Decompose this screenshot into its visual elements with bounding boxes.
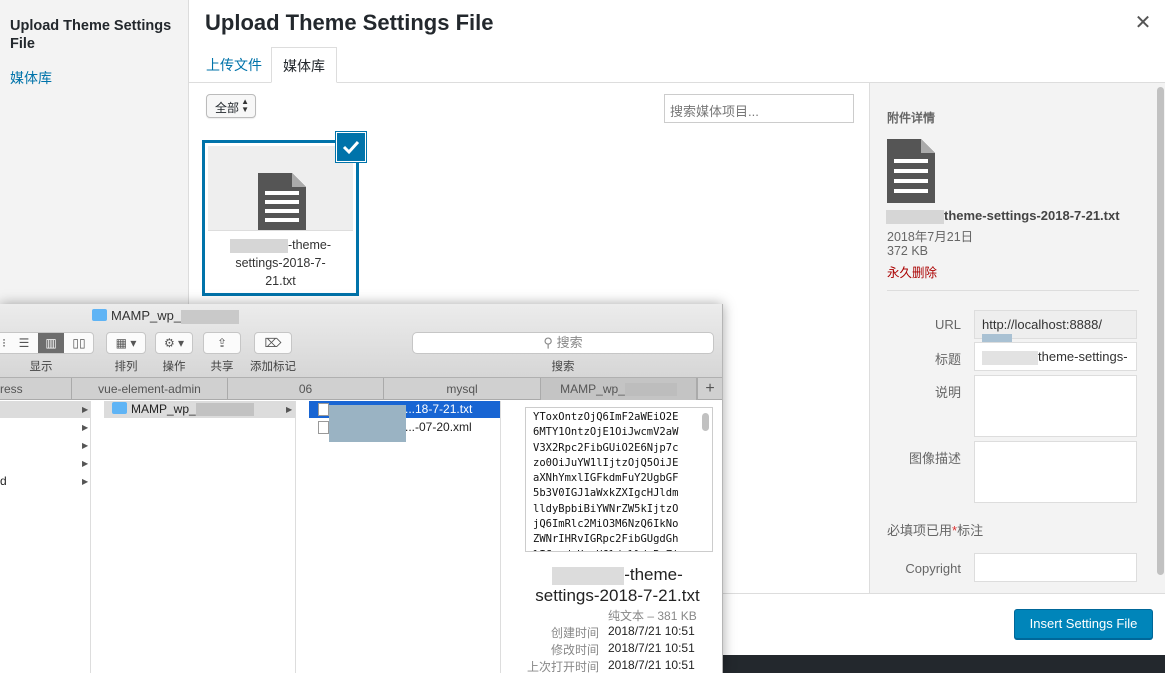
filter-value: 全部 bbox=[215, 101, 240, 115]
preview-filename: -theme- settings-2018-7-21.txt bbox=[535, 565, 700, 605]
created-label: 创建时间 bbox=[550, 626, 599, 640]
list-item[interactable]: ▶ bbox=[0, 455, 90, 472]
share-button[interactable]: ⇪ bbox=[203, 332, 241, 354]
list-item[interactable]: ▶ bbox=[0, 401, 90, 418]
description-label: 图像描述 bbox=[908, 451, 961, 466]
finder-tab-bar: ress vue-element-admin 06 mysql MAMP_wp_… bbox=[0, 378, 722, 400]
close-icon[interactable]: ✕ bbox=[1133, 12, 1153, 34]
title-label: 标题 bbox=[934, 352, 961, 367]
gallery-view-icon[interactable]: ▯▯ bbox=[66, 333, 92, 353]
select-arrows-icon: ▲ ▼ bbox=[241, 97, 249, 114]
search-icon: ⚲ bbox=[543, 335, 553, 350]
details-heading: 附件详情 bbox=[887, 111, 936, 125]
gear-icon: ⚙ ▾ bbox=[163, 336, 185, 350]
redacted-text bbox=[329, 405, 406, 442]
delete-permanently-link[interactable]: 永久删除 bbox=[887, 262, 937, 281]
divider bbox=[887, 290, 1139, 291]
sidebar-scrollbar[interactable] bbox=[1157, 87, 1164, 575]
folder-icon bbox=[92, 309, 107, 321]
menu-media-library-link[interactable]: 媒体库 bbox=[10, 68, 52, 88]
tags-button[interactable]: ⌦ bbox=[254, 332, 292, 354]
modified-label: 修改时间 bbox=[550, 643, 599, 657]
redacted-text bbox=[229, 238, 288, 253]
view-mode-buttons: ⁝ ☰ ▥ ▯▯ bbox=[0, 332, 94, 354]
finder-tab[interactable]: vue-element-admin bbox=[72, 378, 228, 400]
grid-icon: ▦ ▾ bbox=[115, 336, 137, 350]
tag-icon: ⌦ bbox=[264, 336, 282, 350]
opened-value: 2018/7/21 10:51 bbox=[608, 658, 695, 672]
icon-view-icon[interactable]: ⁝ bbox=[0, 333, 11, 353]
details-date: 2018年7月21日 bbox=[887, 230, 974, 244]
frame-title: Upload Theme Settings File bbox=[205, 10, 494, 35]
attachment-thumbnail[interactable]: -theme- settings-2018-7- 21.txt bbox=[202, 140, 359, 296]
file-icon bbox=[318, 403, 329, 416]
column-view-icon[interactable]: ▥ bbox=[38, 333, 64, 353]
finder-tab-active[interactable]: MAMP_wp_ bbox=[541, 378, 697, 400]
details-size: 372 KB bbox=[887, 244, 929, 258]
url-label: URL bbox=[934, 317, 961, 332]
redacted-text bbox=[552, 566, 625, 585]
action-label: 操作 bbox=[162, 361, 186, 373]
share-icon: ⇪ bbox=[216, 336, 228, 350]
attachment-details-sidebar: 附件详情 theme-settings-2018-7-21.txt 2018年7… bbox=[869, 83, 1165, 593]
tags-label: 添加标记 bbox=[250, 361, 296, 373]
list-item[interactable]: MAMP_wp_ ▶ bbox=[104, 401, 295, 418]
checkmark-icon bbox=[342, 140, 360, 155]
finder-search-input[interactable]: ⚲ 搜索 bbox=[412, 332, 714, 354]
redacted-text bbox=[982, 350, 1038, 365]
arrange-button[interactable]: ▦ ▾ bbox=[106, 332, 146, 354]
caption-textarea[interactable] bbox=[974, 375, 1137, 437]
router-tabs: 上传文件 媒体库 bbox=[189, 47, 1165, 83]
new-tab-button[interactable]: + bbox=[697, 378, 722, 400]
copyright-field[interactable] bbox=[974, 553, 1137, 582]
finder-column-2: MAMP_wp_ ▶ bbox=[104, 401, 296, 673]
created-value: 2018/7/21 10:51 bbox=[608, 624, 695, 638]
attachment-filename: -theme- settings-2018-7- 21.txt bbox=[208, 230, 353, 293]
finder-tab[interactable]: mysql bbox=[384, 378, 541, 400]
list-item[interactable]: ▶ bbox=[0, 437, 90, 454]
description-textarea[interactable] bbox=[974, 441, 1137, 503]
finder-tab[interactable]: 06 bbox=[228, 378, 384, 400]
opened-label: 上次打开时间 bbox=[526, 660, 599, 673]
list-item[interactable]: ▶ bbox=[0, 419, 90, 436]
modified-value: 2018/7/21 10:51 bbox=[608, 641, 695, 655]
admin-background-strip bbox=[720, 655, 1165, 673]
finder-column-1: ▶ ▶ ▶ ▶ d ▶ bbox=[0, 401, 91, 673]
document-icon bbox=[887, 139, 935, 208]
finder-window-title: MAMP_wp_ bbox=[92, 308, 240, 324]
redacted-text bbox=[886, 209, 944, 224]
folder-icon bbox=[112, 402, 127, 414]
caption-label: 说明 bbox=[934, 385, 961, 400]
search-label: 搜索 bbox=[551, 361, 575, 373]
url-field[interactable]: http://localhost:8888/ bbox=[974, 310, 1137, 348]
finder-toolbar: MAMP_wp_ ⁝ ☰ ▥ ▯▯ 显示 ▦ ▾ 排列 ⚙ ▾ 操作 ⇪ 共享 … bbox=[0, 304, 722, 378]
tab-media-library[interactable]: 媒体库 bbox=[271, 47, 337, 83]
redacted-text bbox=[181, 309, 240, 324]
preview-scrollbar[interactable] bbox=[702, 413, 709, 431]
redacted-text bbox=[195, 403, 254, 417]
finder-tab[interactable]: ress bbox=[0, 378, 72, 400]
required-note: 必填项已用*标注 bbox=[887, 523, 984, 538]
copyright-label: Copyright bbox=[905, 561, 961, 576]
list-item[interactable]: d ▶ bbox=[0, 473, 90, 490]
file-preview-text[interactable]: YToxOntzOjQ6ImF2aWEiO2E 6MTY1OntzOjE1OiJ… bbox=[525, 407, 713, 552]
list-view-icon[interactable]: ☰ bbox=[13, 333, 35, 353]
share-label: 共享 bbox=[210, 361, 234, 373]
insert-settings-file-button[interactable]: Insert Settings File bbox=[1014, 609, 1153, 639]
title-field[interactable]: theme-settings- bbox=[974, 342, 1137, 371]
finder-column-3: ...18-7-21.txt ...-07-20.xml bbox=[309, 401, 501, 673]
file-icon bbox=[318, 421, 329, 434]
attachment-check-button[interactable] bbox=[337, 133, 365, 161]
document-icon bbox=[258, 173, 306, 236]
action-button[interactable]: ⚙ ▾ bbox=[155, 332, 193, 354]
preview-kind: 纯文本 – 381 KB bbox=[608, 609, 697, 623]
view-label: 显示 bbox=[29, 361, 53, 373]
media-filter-select[interactable]: 全部 ▲ ▼ bbox=[206, 94, 256, 118]
search-media-input[interactable]: 搜索媒体项目... bbox=[664, 94, 854, 123]
menu-title: Upload Theme Settings File bbox=[10, 18, 172, 52]
tab-upload-files[interactable]: 上传文件 bbox=[195, 47, 273, 83]
arrange-label: 排列 bbox=[114, 361, 138, 373]
details-filename: theme-settings-2018-7-21.txt bbox=[886, 208, 1120, 224]
redacted-text bbox=[624, 383, 677, 397]
